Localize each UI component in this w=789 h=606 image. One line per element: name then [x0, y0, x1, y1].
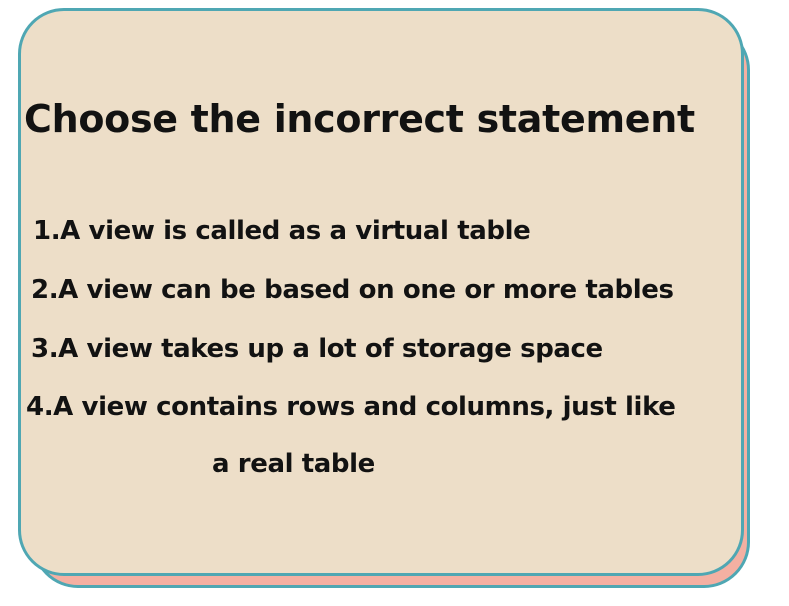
quiz-stage: Choose the incorrect statement 1.A view …: [0, 0, 789, 606]
option-4[interactable]: 4.A view contains rows and columns, just…: [26, 389, 676, 425]
option-1[interactable]: 1.A view is called as a virtual table: [33, 213, 531, 249]
option-2[interactable]: 2.A view can be based on one or more tab…: [31, 272, 674, 308]
question-title: Choose the incorrect statement: [24, 97, 695, 141]
option-3[interactable]: 3.A view takes up a lot of storage space: [31, 331, 603, 367]
option-4-continuation[interactable]: a real table: [212, 446, 375, 482]
